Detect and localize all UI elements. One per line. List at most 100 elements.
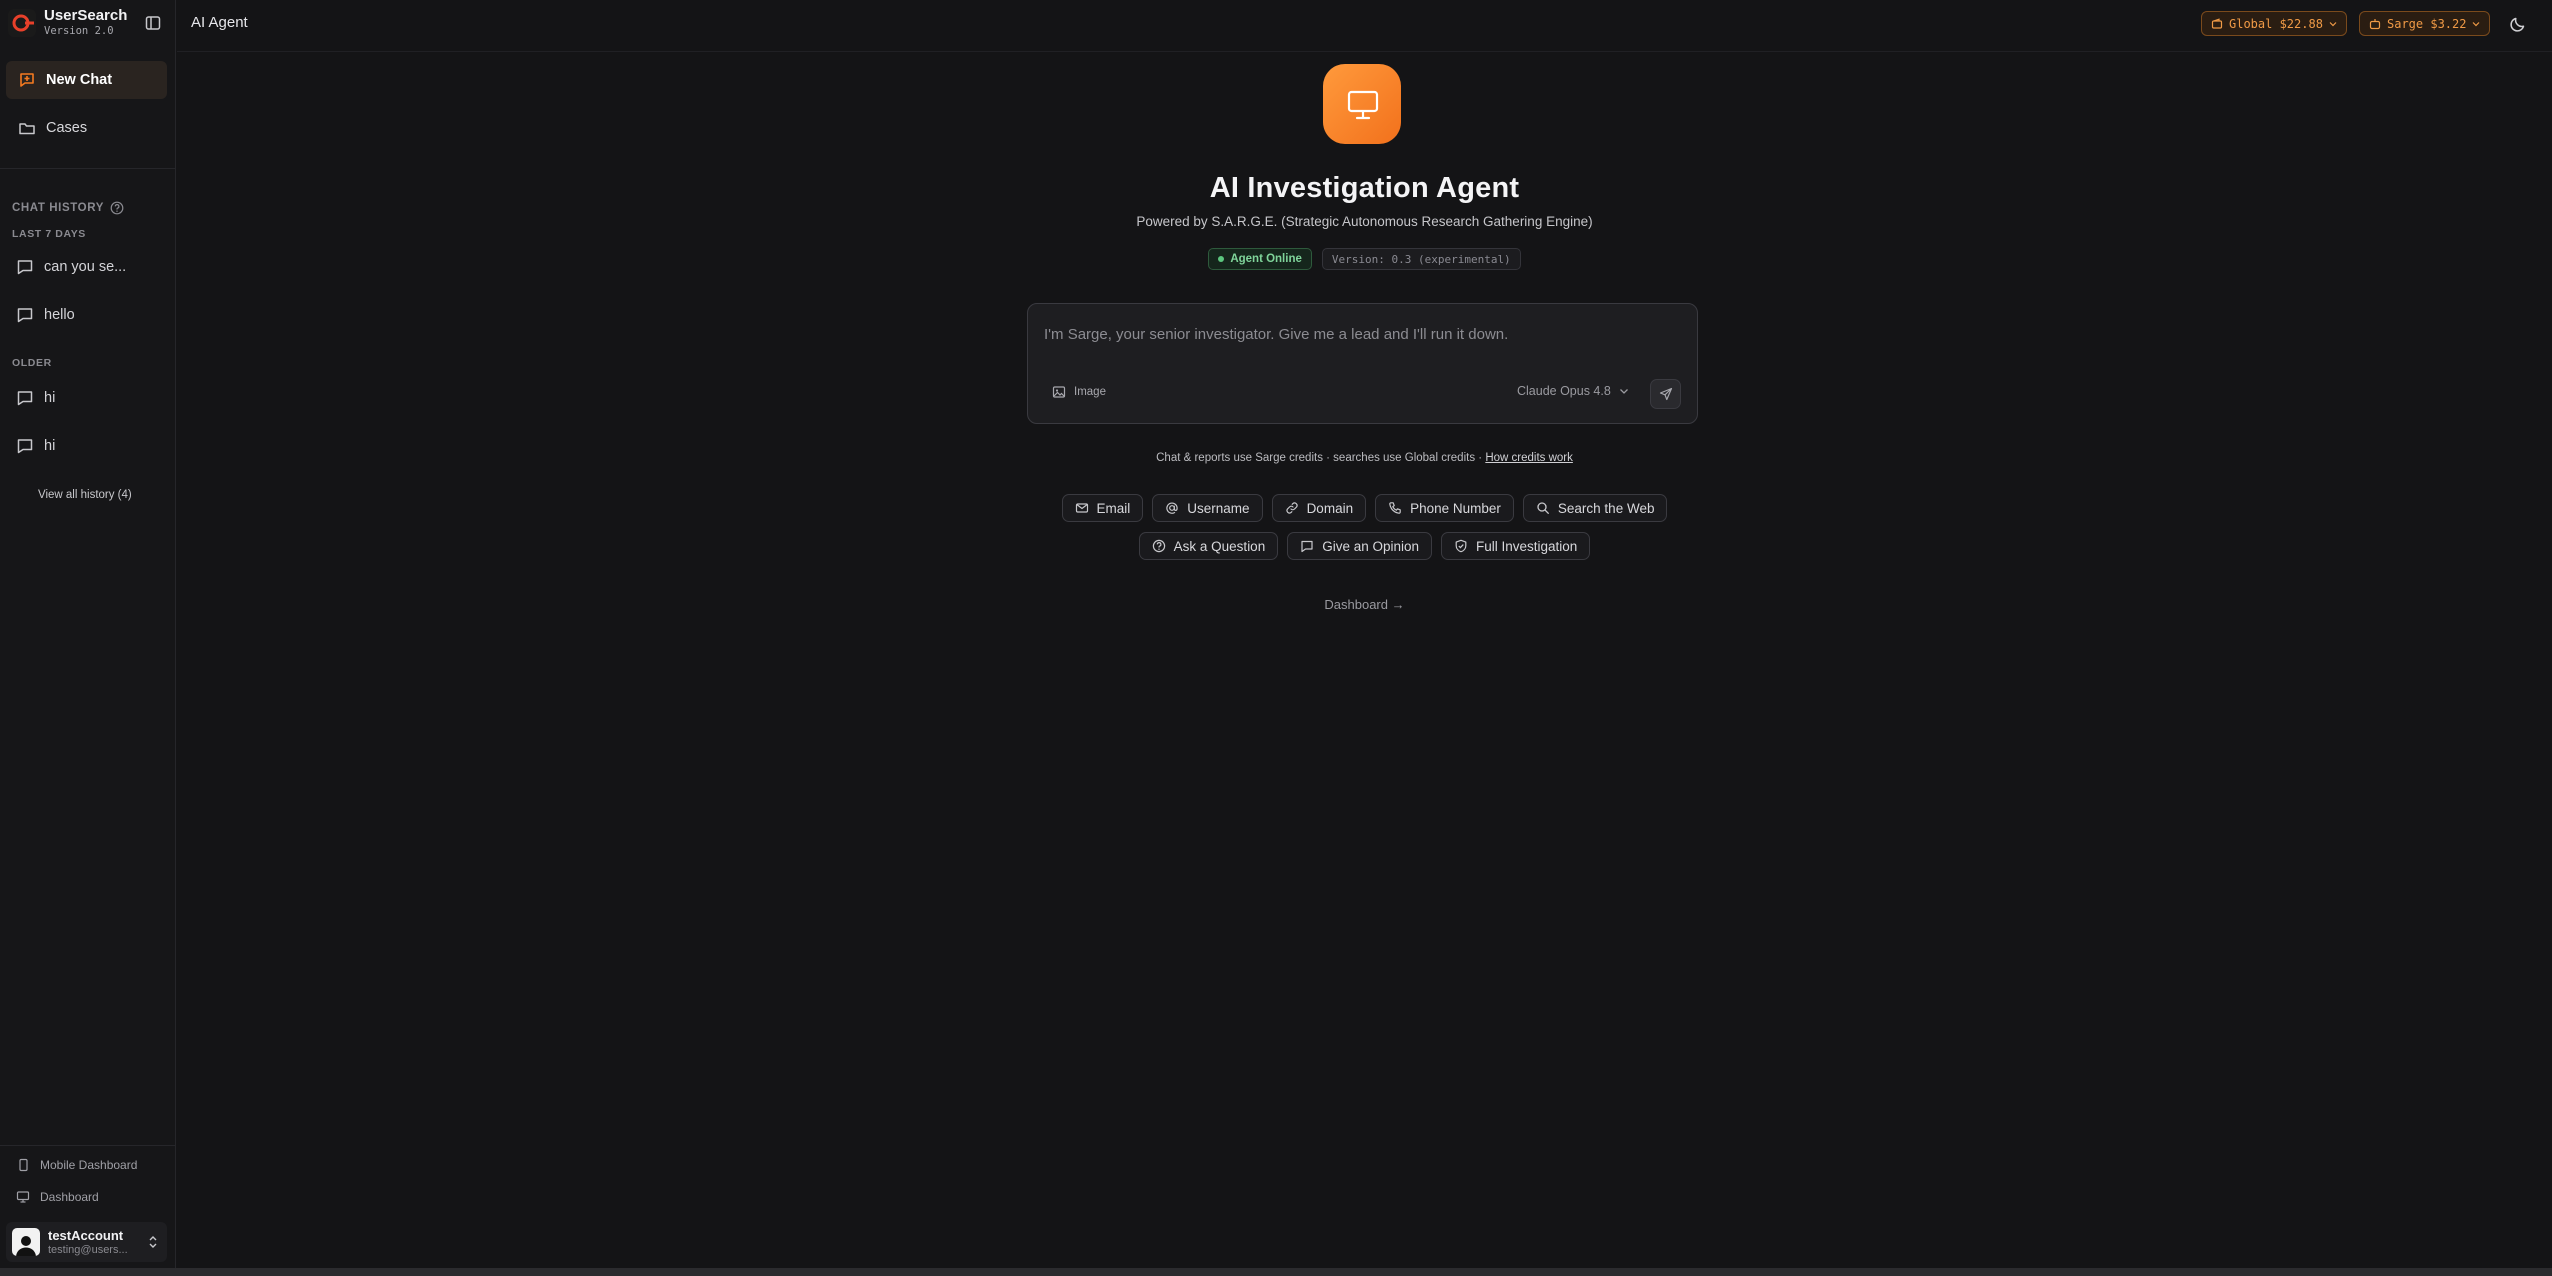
top-bar: AI Agent [177,0,2552,52]
message-icon [16,437,34,455]
chevron-down-icon [2329,21,2337,27]
agent-logo-icon [1313,62,1413,154]
agent-status-label: Agent Online [1230,253,1302,265]
monitor-icon [16,1190,30,1204]
history-item-label: can you se... [44,259,127,275]
wallet-icon [2211,17,2223,30]
help-circle-icon [1152,539,1166,553]
username-chip[interactable]: Username [1152,494,1263,522]
mobile-dashboard-label: Mobile Dashboard [40,1158,138,1172]
moon-icon[interactable] [2508,14,2528,34]
quick-actions-row-1: Email Username Domain Phone Number Searc… [177,494,2552,522]
chip-label: Username [1187,500,1250,516]
page-heading: AI Investigation Agent [1209,172,1520,204]
chip-label: Give an Opinion [1322,538,1420,554]
chip-label: Domain [1306,500,1354,516]
history-item[interactable]: can you se... [16,258,126,276]
phone-number-chip[interactable]: Phone Number [1375,494,1514,522]
user-name: testAccount [48,1227,124,1243]
chip-label: Full Investigation [1476,538,1578,554]
search-the-web-chip[interactable]: Search the Web [1522,494,1668,522]
history-item-label: hi [44,390,56,406]
account-menu[interactable]: testAccount testing@users... [6,1222,167,1262]
page-title: AI Agent [191,14,248,31]
phone-icon [1388,501,1402,515]
brand-version: Version 2.0 [44,25,114,37]
global-credits-label: Global $22.88 [2229,16,2323,31]
status-dot-icon [1218,256,1225,262]
new-chat-button[interactable]: New Chat [6,61,167,99]
chevron-down-icon [1619,388,1629,395]
search-icon [1536,501,1550,515]
chat-plus-icon [18,71,36,89]
chip-label: Email [1096,500,1131,516]
usersearch-logo-icon [8,9,36,37]
dashboard-link[interactable]: Dashboard [16,1190,99,1204]
send-icon [1659,387,1673,401]
dashboard-label: Dashboard [40,1190,99,1204]
history-item[interactable]: hi [16,389,55,407]
chevron-down-icon [2472,21,2480,27]
hero-subtitle: Powered by S.A.R.G.E. (Strategic Autonom… [1136,214,1593,229]
message-icon [16,389,34,407]
history-item[interactable]: hello [16,306,75,324]
user-email: testing@users... [48,1243,128,1256]
history-item[interactable]: hi [16,437,55,455]
ask-a-question-chip[interactable]: Ask a Question [1138,532,1279,560]
message-icon [16,306,34,324]
version-badge: Version: 0.3 (experimental) [1321,248,1521,270]
folder-icon [18,119,36,137]
message-icon [16,258,34,276]
attach-image-button[interactable]: Image [1052,385,1106,399]
history-item-label: hello [44,307,75,323]
brand[interactable]: UserSearch Version 2.0 [8,8,127,38]
agent-status-badge: Agent Online [1208,248,1312,270]
global-credits-button[interactable]: Global $22.88 [2201,11,2347,36]
image-label: Image [1074,386,1106,398]
hero-title-wrap: AI Investigation Agent [0,172,2552,205]
chip-label: Search the Web [1557,500,1655,516]
full-investigation-chip[interactable]: Full Investigation [1441,532,1591,560]
email-chip[interactable]: Email [1061,494,1144,522]
credits-note-text: Chat & reports use Sarge credits · searc… [1156,452,1483,464]
credits-note: Chat & reports use Sarge credits · searc… [177,452,2552,464]
new-chat-label: New Chat [46,72,113,88]
model-label: Claude Opus 4.8 [1517,384,1611,398]
status-badges: Agent Online Version: 0.3 (experimental) [177,248,2552,270]
avatar [12,1228,40,1256]
history-item-label: hi [44,438,56,454]
how-credits-work-link[interactable]: How credits work [1485,452,1573,464]
mobile-dashboard-link[interactable]: Mobile Dashboard [16,1158,137,1172]
older-heading: OLDER [12,357,52,369]
sidebar-divider [0,1145,176,1146]
domain-chip[interactable]: Domain [1271,494,1367,522]
sidebar-toggle-icon[interactable] [144,14,162,32]
mail-icon [1075,501,1089,515]
view-all-history-link[interactable]: View all history (4) [38,489,132,501]
chip-label: Phone Number [1410,500,1501,516]
last-7-days-heading: LAST 7 DAYS [12,228,86,240]
dashboard-link-main[interactable]: Dashboard → [177,597,2552,612]
send-button[interactable] [1650,379,1681,409]
smartphone-icon [16,1158,30,1172]
model-select[interactable]: Claude Opus 4.8 [1517,384,1629,398]
image-icon [1052,385,1066,399]
cases-nav-item[interactable]: Cases [6,109,167,147]
bot-icon [2369,18,2381,30]
at-sign-icon [1165,501,1179,515]
chat-input[interactable] [1044,318,1674,350]
quick-actions-row-2: Ask a Question Give an Opinion Full Inve… [177,532,2552,560]
sarge-credits-button[interactable]: Sarge $3.22 [2359,11,2491,36]
chip-label: Ask a Question [1173,538,1266,554]
brand-name: UserSearch [44,7,128,24]
chevrons-up-down-icon [147,1234,159,1250]
chat-composer: Image Claude Opus 4.8 [1027,303,1698,424]
cases-label: Cases [46,120,88,136]
give-an-opinion-chip[interactable]: Give an Opinion [1287,532,1433,560]
shield-check-icon [1454,539,1468,553]
window-bottom-edge [0,1268,2552,1276]
message-square-icon [1300,539,1314,553]
sidebar-divider [0,168,176,169]
link-icon [1285,501,1299,515]
sarge-credits-label: Sarge $3.22 [2387,16,2467,31]
